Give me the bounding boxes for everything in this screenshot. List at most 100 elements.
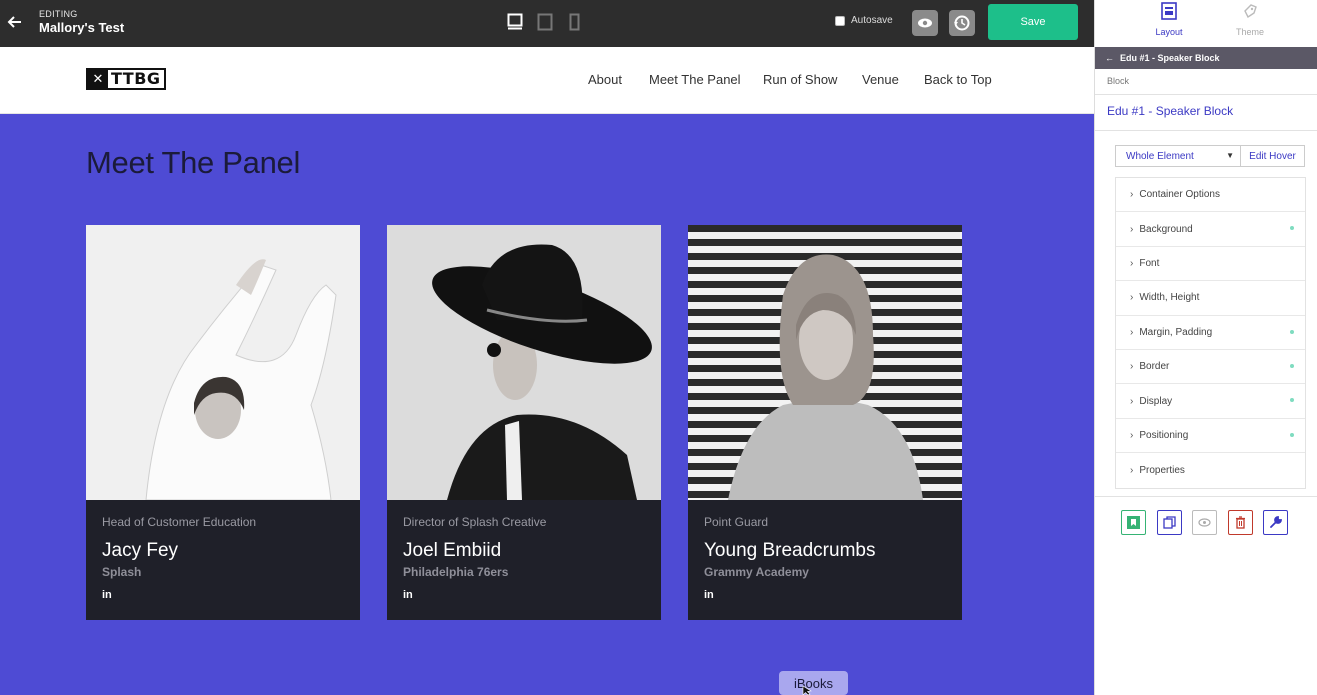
linkedin-icon[interactable]: in (704, 589, 714, 601)
chevron-right-icon: › (1130, 361, 1134, 373)
nav-run-of-show[interactable]: Run of Show (763, 72, 837, 87)
block-name[interactable]: Edu #1 - Speaker Block (1107, 104, 1233, 118)
nav-about[interactable]: About (588, 72, 622, 87)
option-label: Border (1139, 361, 1170, 373)
speaker-role: Point Guard (704, 515, 769, 529)
delete-icon (1235, 516, 1245, 529)
option-width-height[interactable]: › Width, Height (1116, 281, 1305, 316)
option-label: Container Options (1139, 189, 1220, 201)
option-properties[interactable]: › Properties (1116, 453, 1305, 487)
tab-theme[interactable]: Theme (1220, 0, 1280, 40)
linkedin-icon[interactable]: in (102, 589, 112, 601)
modified-indicator (1290, 329, 1294, 334)
nav-back-to-top[interactable]: Back to Top (924, 72, 992, 87)
speaker-photo (688, 225, 962, 500)
wrench-icon (1270, 516, 1282, 528)
speaker-name: Joel Embiid (403, 540, 502, 561)
mobile-icon[interactable] (567, 13, 583, 31)
option-label: Background (1139, 223, 1193, 235)
option-label: Font (1139, 257, 1160, 269)
tab-theme-label: Theme (1235, 27, 1264, 37)
autosave-toggle[interactable]: Autosave (835, 15, 893, 26)
breadcrumb-label: Edu #1 - Speaker Block (1120, 53, 1220, 63)
option-label: Display (1139, 395, 1173, 407)
nav-venue[interactable]: Venue (862, 72, 899, 87)
option-label: Properties (1139, 464, 1185, 476)
tab-layout-label: Layout (1155, 27, 1183, 37)
divider (1095, 94, 1317, 95)
speaker-photo (387, 225, 661, 500)
autosave-label: Autosave (851, 15, 893, 26)
chevron-right-icon: › (1130, 464, 1134, 476)
nav-meet-the-panel[interactable]: Meet The Panel (649, 72, 741, 87)
speaker-name: Young Breadcrumbs (704, 540, 876, 561)
speaker-company: Splash (102, 565, 142, 579)
breadcrumb[interactable]: ← Edu #1 - Speaker Block (1095, 47, 1317, 69)
element-selector[interactable]: Whole Element ▼ (1115, 145, 1241, 167)
option-background[interactable]: › Background (1116, 212, 1305, 247)
chevron-down-icon: ▼ (1226, 151, 1234, 160)
chevron-right-icon: › (1130, 326, 1134, 338)
editing-label: EDITING (39, 9, 78, 19)
chevron-right-icon: › (1130, 223, 1134, 235)
duplicate-button[interactable] (1156, 510, 1182, 535)
element-selector-value: Whole Element (1126, 150, 1194, 162)
option-font[interactable]: › Font (1116, 247, 1305, 282)
autosave-checkbox[interactable] (835, 15, 845, 26)
style-options-list: › Container Options › Background › Font › Wi… (1115, 177, 1306, 489)
history-button[interactable] (949, 10, 975, 36)
visibility-icon (1198, 518, 1211, 527)
logo-text: TTBG (111, 69, 161, 88)
modified-indicator (1290, 398, 1294, 403)
option-margin-padding[interactable]: › Margin, Padding (1116, 316, 1305, 350)
chevron-right-icon: › (1130, 292, 1134, 304)
tablet-icon[interactable] (537, 13, 553, 31)
duplicate-icon (1162, 516, 1176, 529)
speaker-card[interactable]: Head of Customer Education Jacy Fey Spla… (86, 225, 360, 620)
bookmark-button[interactable] (1121, 510, 1146, 535)
speaker-photo (86, 225, 360, 500)
tools-icon: ✕ (88, 70, 108, 88)
tab-layout[interactable]: Layout (1139, 0, 1199, 40)
desktop-icon[interactable] (507, 13, 523, 31)
section-title: Meet The Panel (86, 145, 301, 180)
chevron-right-icon: › (1130, 395, 1134, 407)
editor-topbar: EDITING Mallory's Test Autosave Save (0, 0, 1094, 47)
chevron-right-icon: › (1130, 189, 1134, 201)
settings-button[interactable] (1263, 510, 1288, 535)
speaker-name: Jacy Fey (102, 540, 179, 561)
speaker-role: Director of Splash Creative (403, 515, 547, 529)
linkedin-icon[interactable]: in (403, 589, 413, 601)
preview-button[interactable] (912, 10, 938, 36)
meet-the-panel-section[interactable]: Meet The Panel Head of Customer Educatio… (0, 114, 1094, 695)
option-label: Positioning (1139, 429, 1189, 441)
speaker-company: Grammy Academy (704, 565, 809, 579)
bookmark-icon (1127, 516, 1140, 529)
block-actions (1121, 510, 1299, 535)
modified-indicator (1290, 226, 1294, 231)
visibility-button[interactable] (1192, 510, 1217, 535)
speaker-role: Head of Customer Education (102, 515, 257, 529)
site-logo[interactable]: ✕ TTBG (86, 68, 166, 90)
history-icon (954, 15, 970, 31)
chevron-right-icon: › (1130, 429, 1134, 441)
back-arrow-icon[interactable] (7, 12, 23, 32)
theme-icon (1244, 4, 1257, 19)
eye-icon (918, 18, 932, 28)
edit-hover-button[interactable]: Edit Hover (1241, 145, 1305, 167)
block-label: Block (1107, 76, 1130, 86)
option-label: Width, Height (1139, 292, 1200, 304)
speaker-card[interactable]: Director of Splash Creative Joel Embiid … (387, 225, 661, 620)
mouse-cursor-icon (802, 686, 812, 695)
option-positioning[interactable]: › Positioning (1116, 419, 1305, 454)
option-display[interactable]: › Display (1116, 384, 1305, 419)
layout-icon (1161, 2, 1177, 20)
option-border[interactable]: › Border (1116, 350, 1305, 385)
speaker-card[interactable]: Point Guard Young Breadcrumbs Grammy Aca… (688, 225, 962, 620)
delete-button[interactable] (1227, 510, 1253, 535)
option-container-options[interactable]: › Container Options (1116, 178, 1305, 213)
modified-indicator (1290, 363, 1294, 368)
speaker-company: Philadelphia 76ers (403, 565, 509, 579)
save-button[interactable]: Save (988, 4, 1078, 40)
editor-sidepanel: Layout Theme ← Edu #1 - Speaker Block Bl… (1094, 0, 1317, 695)
